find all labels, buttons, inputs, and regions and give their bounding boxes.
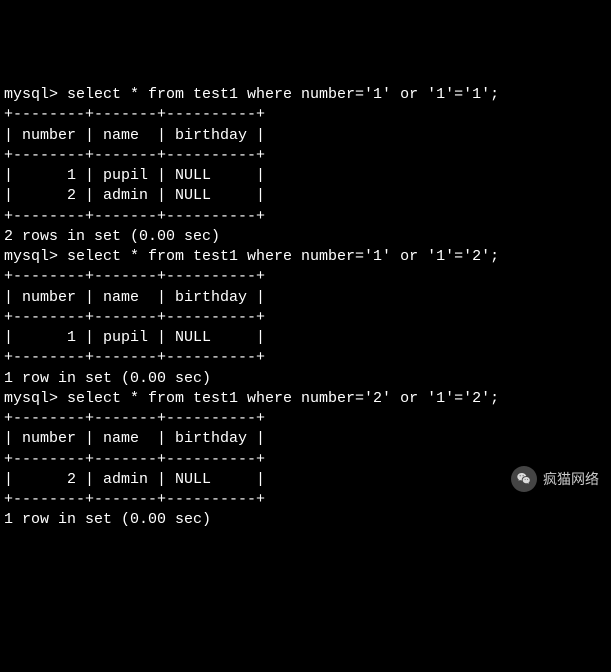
terminal-line: +--------+-------+----------+: [4, 267, 607, 287]
terminal-line: 2 rows in set (0.00 sec): [4, 227, 607, 247]
terminal-line: mysql> select * from test1 where number=…: [4, 389, 607, 409]
terminal-line: +--------+-------+----------+: [4, 348, 607, 368]
terminal-line: +--------+-------+----------+: [4, 146, 607, 166]
terminal-line: mysql> select * from test1 where number=…: [4, 85, 607, 105]
terminal-line: +--------+-------+----------+: [4, 105, 607, 125]
terminal-line: | number | name | birthday |: [4, 429, 607, 449]
terminal-line: +--------+-------+----------+: [4, 308, 607, 328]
terminal-output[interactable]: mysql> select * from test1 where number=…: [4, 85, 607, 531]
watermark-text: 疯猫网络: [543, 470, 599, 489]
terminal-line: +--------+-------+----------+: [4, 490, 607, 510]
terminal-line: | number | name | birthday |: [4, 288, 607, 308]
wechat-icon: [511, 466, 537, 492]
terminal-line: mysql> select * from test1 where number=…: [4, 247, 607, 267]
terminal-line: +--------+-------+----------+: [4, 207, 607, 227]
terminal-line: | number | name | birthday |: [4, 126, 607, 146]
terminal-line: | 1 | pupil | NULL |: [4, 328, 607, 348]
terminal-line: 1 row in set (0.00 sec): [4, 369, 607, 389]
terminal-line: | 2 | admin | NULL |: [4, 186, 607, 206]
terminal-line: 1 row in set (0.00 sec): [4, 510, 607, 530]
terminal-line: | 1 | pupil | NULL |: [4, 166, 607, 186]
terminal-line: +--------+-------+----------+: [4, 409, 607, 429]
watermark: 疯猫网络: [511, 466, 599, 492]
